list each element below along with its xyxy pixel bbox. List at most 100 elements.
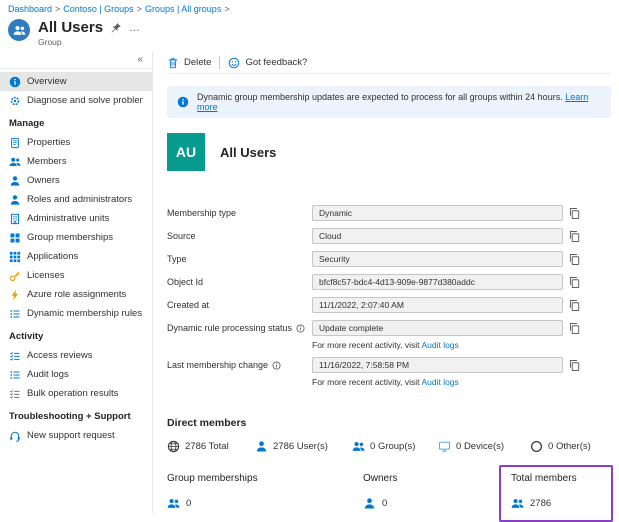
- group-memberships-summary: Group memberships 0: [167, 473, 363, 510]
- list-icon: [9, 308, 21, 320]
- sidebar-item-owners[interactable]: Owners: [0, 171, 152, 190]
- sidebar-item-bulk-operation-results[interactable]: Bulk operation results: [0, 384, 152, 403]
- pin-icon[interactable]: [110, 22, 122, 34]
- page-subtitle: Group: [38, 37, 141, 47]
- sidebar-item-label: Owners: [27, 175, 60, 186]
- field-row-type: Type Security: [167, 251, 581, 267]
- breadcrumb-contoso-groups[interactable]: Contoso | Groups: [63, 4, 133, 14]
- apps-grid-icon: [9, 251, 21, 263]
- object-id-value: bfcf8c57-bdc4-4d13-909e-9877d380addc: [312, 274, 563, 290]
- sidebar-item-label: Diagnose and solve problems: [27, 95, 143, 106]
- total-members-highlight: Total members 2786: [499, 465, 613, 522]
- stat-users: 2786 User(s): [255, 440, 352, 453]
- info-tooltip-icon[interactable]: [272, 361, 281, 370]
- people-icon: [511, 497, 524, 510]
- total-members-count: 2786: [530, 498, 551, 509]
- sidebar-item-dynamic-membership-rules[interactable]: Dynamic membership rules: [0, 304, 152, 323]
- sidebar-item-label: Applications: [27, 251, 78, 262]
- circle-icon: [530, 440, 543, 453]
- main-content: Delete Got feedback? Dynamic group membe…: [154, 52, 619, 513]
- group-profile: AU All Users: [167, 133, 611, 171]
- sidebar-item-administrative-units[interactable]: Administrative units: [0, 209, 152, 228]
- copy-icon[interactable]: [568, 230, 581, 243]
- group-icon: [8, 19, 30, 41]
- sidebar-item-audit-logs[interactable]: Audit logs: [0, 365, 152, 384]
- person-badge-icon: [9, 194, 21, 206]
- group-memberships-count: 0: [186, 498, 191, 509]
- copy-icon[interactable]: [568, 253, 581, 266]
- breadcrumb-groups-all-groups[interactable]: Groups | All groups: [145, 4, 221, 14]
- copy-icon[interactable]: [568, 207, 581, 220]
- dynamic-rule-status-value: Update complete: [312, 320, 563, 336]
- stat-groups: 0 Group(s): [352, 440, 438, 453]
- sidebar-collapse-button[interactable]: «: [0, 52, 152, 69]
- delete-label: Delete: [184, 57, 211, 68]
- sidebar-section-manage: Manage: [0, 110, 152, 133]
- sidebar-item-roles-administrators[interactable]: Roles and administrators: [0, 190, 152, 209]
- sidebar-item-label: Group memberships: [27, 232, 113, 243]
- sidebar-section-activity: Activity: [0, 323, 152, 346]
- field-note: For more recent activity, visit Audit lo…: [312, 340, 581, 350]
- chevron-right-icon: [137, 4, 142, 14]
- field-label: Source: [167, 228, 312, 241]
- field-label: Created at: [167, 297, 312, 310]
- collapse-icon: «: [137, 54, 143, 65]
- more-menu-icon[interactable]: …: [129, 24, 141, 32]
- sidebar-item-group-memberships[interactable]: Group memberships: [0, 228, 152, 247]
- sidebar-item-label: Roles and administrators: [27, 194, 132, 205]
- breadcrumb-dashboard[interactable]: Dashboard: [8, 4, 52, 14]
- got-feedback-button[interactable]: Got feedback?: [228, 57, 307, 69]
- sidebar-item-diagnose[interactable]: Diagnose and solve problems: [0, 91, 152, 110]
- sidebar-item-access-reviews[interactable]: Access reviews: [0, 346, 152, 365]
- copy-icon[interactable]: [568, 322, 581, 335]
- building-icon: [9, 213, 21, 225]
- people-icon: [352, 440, 365, 453]
- field-row-created-at: Created at 11/1/2022, 2:07:40 AM: [167, 297, 581, 313]
- summary-section: Group memberships 0 Owners 0 Total membe…: [167, 473, 619, 522]
- stat-others: 0 Other(s): [530, 440, 591, 453]
- banner-text: Dynamic group membership updates are exp…: [197, 92, 601, 112]
- device-icon: [438, 440, 451, 453]
- field-label: Dynamic rule processing status: [167, 320, 312, 333]
- sidebar-item-label: Azure role assignments: [27, 289, 126, 300]
- list-check-icon: [9, 350, 21, 362]
- last-membership-change-value: 11/16/2022, 7:58:58 PM: [312, 357, 563, 373]
- copy-icon[interactable]: [568, 299, 581, 312]
- sidebar-item-overview[interactable]: Overview: [0, 72, 152, 91]
- group-name: All Users: [220, 145, 276, 160]
- globe-icon: [167, 440, 180, 453]
- owners-summary: Owners 0: [363, 473, 499, 510]
- sidebar-item-label: Members: [27, 156, 67, 167]
- owners-count: 0: [382, 498, 387, 509]
- copy-icon[interactable]: [568, 359, 581, 372]
- breadcrumb: Dashboard Contoso | Groups Groups | All …: [8, 4, 233, 14]
- sidebar-item-applications[interactable]: Applications: [0, 247, 152, 266]
- field-label: Last membership change: [167, 357, 312, 370]
- sidebar-item-azure-role-assignments[interactable]: Azure role assignments: [0, 285, 152, 304]
- field-label: Type: [167, 251, 312, 264]
- group-avatar: AU: [167, 133, 205, 171]
- field-row-last-membership-change: Last membership change 11/16/2022, 7:58:…: [167, 357, 581, 373]
- sidebar-item-new-support-request[interactable]: New support request: [0, 426, 152, 445]
- sidebar-item-members[interactable]: Members: [0, 152, 152, 171]
- sidebar-item-licenses[interactable]: Licenses: [0, 266, 152, 285]
- sidebar-item-label: Administrative units: [27, 213, 109, 224]
- list-icon: [9, 369, 21, 381]
- feedback-smiley-icon: [228, 57, 240, 69]
- delete-button[interactable]: Delete: [167, 57, 211, 69]
- membership-type-value: Dynamic: [312, 205, 563, 221]
- copy-icon[interactable]: [568, 276, 581, 289]
- sidebar: « Overview Diagnose and solve problems M…: [0, 52, 153, 513]
- chevron-right-icon: [224, 4, 229, 14]
- audit-logs-link[interactable]: Audit logs: [421, 377, 458, 387]
- field-row-membership-type: Membership type Dynamic: [167, 205, 581, 221]
- sidebar-item-properties[interactable]: Properties: [0, 133, 152, 152]
- toolbar-divider: [219, 56, 220, 69]
- headset-icon: [9, 430, 21, 442]
- trash-icon: [167, 57, 179, 69]
- source-value: Cloud: [312, 228, 563, 244]
- info-tooltip-icon[interactable]: [296, 324, 305, 333]
- audit-logs-link[interactable]: Audit logs: [421, 340, 458, 350]
- people-icon: [9, 156, 21, 168]
- key-icon: [9, 270, 21, 282]
